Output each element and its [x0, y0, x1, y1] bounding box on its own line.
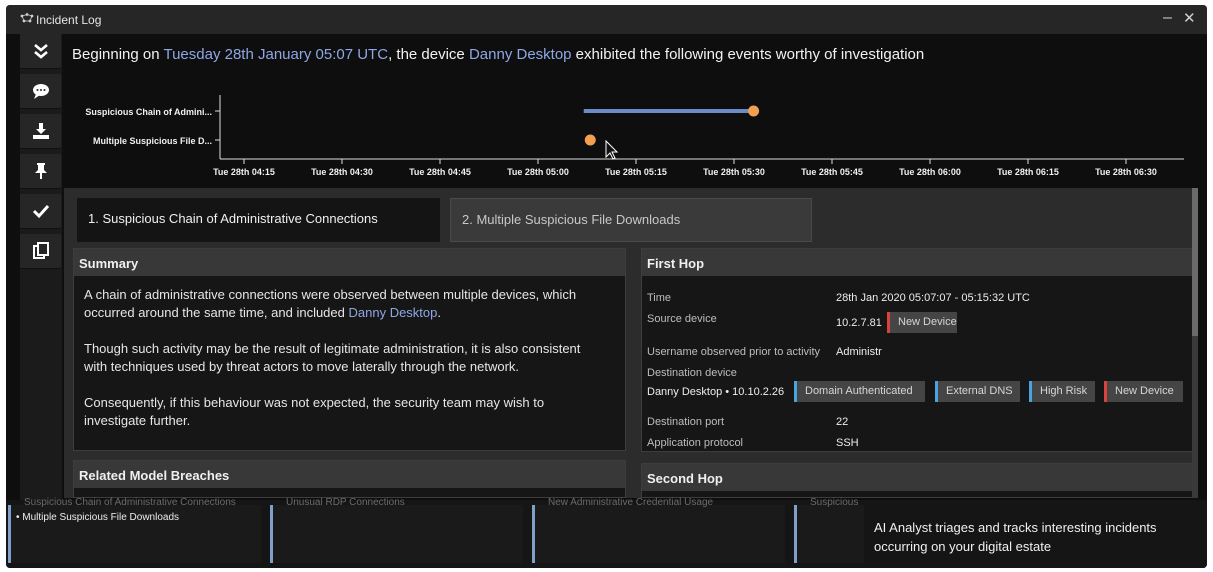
timeline-tick-label: Tue 28th 04:30 [311, 167, 373, 177]
timeline-tick-label: Tue 28th 05:15 [605, 167, 667, 177]
timeline-event-marker [584, 134, 596, 146]
heading-date-link[interactable]: Tuesday 28th January 05:07 UTC [163, 46, 388, 63]
incident-heading: Beginning on Tuesday 28th January 05:07 … [72, 46, 924, 63]
summary-p1-end: . [437, 305, 442, 320]
timeline-tick-label: Tue 28th 05:45 [801, 167, 863, 177]
destination-port-label: Destination port [647, 416, 725, 428]
summary-title: Summary [74, 249, 625, 276]
card-faded-title: Suspicious Chain of Administrative Conne… [24, 497, 236, 508]
source-new-device-tag[interactable]: New Device [887, 312, 957, 333]
heading-middle: , the device [388, 46, 469, 63]
copy-icon [32, 242, 49, 259]
username-label: Username observed prior to activity [647, 346, 821, 358]
minimize-button[interactable]: – [1163, 9, 1172, 27]
destination-device-label: Destination device [647, 367, 737, 379]
related-breaches-title: Related Model Breaches [74, 461, 625, 488]
card-item[interactable]: • Multiple Suspicious File Downloads [16, 512, 179, 523]
time-value: 28th Jan 2020 05:07:07 - 05:15:32 UTC [836, 292, 1030, 304]
username-value: Administr [836, 346, 882, 358]
window-title: Incident Log [36, 13, 102, 27]
summary-device-link[interactable]: Danny Desktop [349, 305, 438, 320]
card-item-label: Multiple Suspicious File Downloads [22, 512, 180, 523]
acknowledge-button[interactable] [20, 194, 61, 229]
heading-device-link[interactable]: Danny Desktop [469, 46, 572, 63]
timeline-event-marker [748, 105, 760, 117]
first-hop-title: First Hop [642, 249, 1192, 276]
card-accent [270, 505, 273, 563]
second-hop-panel: Second Hop [641, 463, 1193, 498]
timeline-row-label: Multiple Suspicious File D... [93, 136, 212, 146]
tab-file-downloads[interactable]: 2. Multiple Suspicious File Downloads [450, 198, 812, 242]
comment-icon [32, 84, 49, 99]
check-icon [32, 204, 49, 219]
heading-suffix: exhibited the following events worthy of… [571, 46, 925, 63]
timeline-row-label: Suspicious Chain of Admini... [85, 107, 212, 117]
promo-caption: AI Analyst triages and tracks interestin… [874, 518, 1157, 556]
collapse-button[interactable] [20, 34, 61, 69]
close-button[interactable]: ✕ [1183, 9, 1196, 27]
summary-paragraph-3: Consequently, if this behaviour was not … [84, 394, 544, 430]
timeline-tick-label: Tue 28th 05:30 [703, 167, 765, 177]
card-faded-title: Suspicious [810, 497, 859, 508]
summary-p1-line2: occurred around the same time, and inclu… [84, 305, 349, 320]
copy-button[interactable] [20, 234, 61, 269]
destination-port-value: 22 [836, 416, 849, 428]
card-faded-title: Unusual RDP Connections [286, 497, 405, 508]
comment-button[interactable] [20, 74, 61, 109]
ai-analyst-icon [20, 13, 34, 23]
summary-p3-line1: Consequently, if this behaviour was not … [84, 395, 545, 410]
domain-authenticated-tag[interactable]: Domain Authenticated [794, 381, 925, 402]
card-accent [794, 505, 797, 563]
incident-card-2[interactable]: Unusual RDP Connections [270, 497, 523, 563]
dest-new-device-tag[interactable]: New Device [1104, 381, 1183, 402]
chevrons-down-icon [33, 44, 48, 59]
card-accent [532, 505, 535, 563]
card-accent [8, 505, 11, 563]
application-protocol-label: Application protocol [647, 437, 744, 449]
pin-icon [34, 163, 47, 179]
summary-paragraph-1: A chain of administrative connections we… [84, 286, 576, 322]
summary-p2-line1: Though such activity may be the result o… [84, 341, 581, 356]
timeline-tick-label: Tue 28th 06:00 [899, 167, 961, 177]
summary-paragraph-2: Though such activity may be the result o… [84, 340, 580, 376]
mouse-cursor-icon [605, 139, 619, 160]
destination-device-value[interactable]: Danny Desktop • 10.10.2.26 [647, 386, 784, 398]
timeline-tick-label: Tue 28th 04:45 [409, 167, 471, 177]
summary-p1-line1: A chain of administrative connections we… [84, 287, 577, 302]
heading-prefix: Beginning on [72, 46, 164, 63]
download-icon [32, 123, 49, 139]
incident-card-4[interactable]: Suspicious [794, 497, 864, 563]
scrollbar-thumb[interactable] [1192, 188, 1198, 336]
timeline-tick-label: Tue 28th 05:00 [507, 167, 569, 177]
incident-log-window: Incident Log – ✕ Beginning on Tuesday 28… [6, 5, 1207, 568]
timeline-tick-label: Tue 28th 06:30 [1095, 167, 1157, 177]
summary-p2-line2: with techniques used by threat actors to… [84, 359, 520, 374]
summary-panel: Summary A chain of administrative connec… [73, 248, 626, 451]
second-hop-title: Second Hop [642, 464, 1192, 491]
incident-card-1[interactable]: Suspicious Chain of Administrative Conne… [8, 497, 261, 563]
application-protocol-value: SSH [836, 437, 859, 449]
summary-p3-line2: investigate further. [84, 413, 191, 428]
card-faded-title: New Administrative Credential Usage [548, 497, 714, 508]
download-button[interactable] [20, 114, 61, 149]
high-risk-tag[interactable]: High Risk [1029, 381, 1095, 402]
incident-card-3[interactable]: New Administrative Credential Usage [532, 497, 785, 563]
related-breaches-panel: Related Model Breaches [73, 460, 626, 498]
time-label: Time [647, 292, 672, 304]
source-device-label: Source device [647, 313, 717, 325]
caption-line-1: AI Analyst triages and tracks interestin… [874, 520, 1157, 535]
external-dns-tag[interactable]: External DNS [935, 381, 1020, 402]
title-bar: Incident Log – ✕ [6, 5, 1207, 34]
action-sidebar [20, 34, 62, 500]
caption-line-2: occurring on your digital estate [874, 539, 1052, 554]
pin-button[interactable] [20, 154, 61, 189]
tab-suspicious-chain[interactable]: 1. Suspicious Chain of Administrative Co… [77, 198, 440, 242]
timeline-tick-label: Tue 28th 06:15 [997, 167, 1059, 177]
first-hop-panel: First Hop Time 28th Jan 2020 05:07:07 - … [641, 248, 1193, 452]
timeline-tick-label: Tue 28th 04:15 [213, 167, 275, 177]
source-device-value[interactable]: 10.2.7.81 [836, 317, 882, 329]
event-timeline: Suspicious Chain of Admini... Multiple Su… [85, 95, 1184, 177]
